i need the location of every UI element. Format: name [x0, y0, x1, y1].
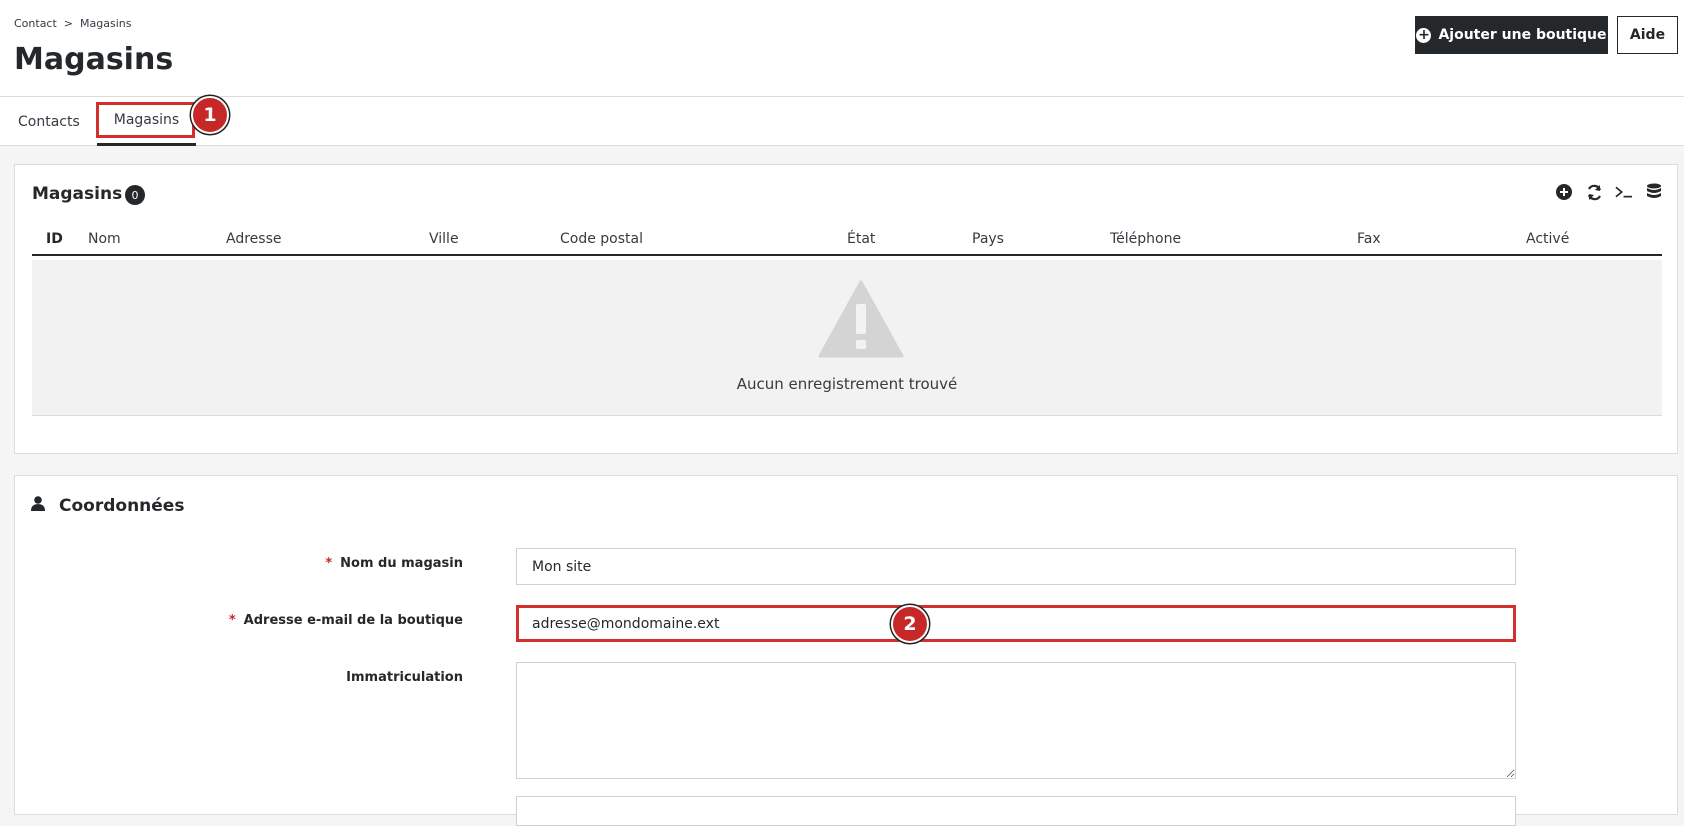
- tab-magasins[interactable]: Magasins: [97, 97, 196, 146]
- table-header: ID Nom Adresse Ville Code postal État Pa…: [32, 231, 1662, 256]
- column-header-active[interactable]: Activé: [1526, 231, 1569, 247]
- empty-state-text: Aucun enregistrement trouvé: [736, 375, 958, 393]
- shop-name-input[interactable]: [516, 548, 1516, 585]
- shop-email-label: * Adresse e-mail de la boutique: [228, 613, 463, 628]
- empty-state: Aucun enregistrement trouvé: [32, 260, 1662, 416]
- contact-details-card: Coordonnées *Nom du magasin *Adresse e-m…: [14, 475, 1678, 826]
- plus-circle-icon[interactable]: [1555, 183, 1573, 201]
- column-header-telephone[interactable]: Téléphone: [1110, 231, 1181, 247]
- column-header-etat[interactable]: État: [847, 231, 875, 247]
- form-section-title: Coordonnées: [31, 496, 184, 516]
- callout-badge-1: 1: [191, 96, 229, 134]
- column-header-ville[interactable]: Ville: [429, 231, 459, 247]
- required-marker: *: [228, 613, 236, 628]
- shop-name-label: * Nom du magasin: [325, 556, 463, 571]
- shop-email-input[interactable]: [516, 605, 1516, 642]
- stores-list-card: Magasins 0 ID Nom Adresse Ville Code pos…: [14, 164, 1678, 454]
- add-store-button-label: Ajouter une boutique: [1438, 27, 1607, 43]
- registration-label: Immatriculation: [346, 670, 463, 685]
- breadcrumb-separator: >: [63, 17, 74, 30]
- tab-contacts[interactable]: Contacts: [18, 97, 80, 146]
- form-section-title-label: Coordonnées: [59, 496, 185, 516]
- required-marker: *: [325, 556, 333, 571]
- list-toolbar: [1555, 183, 1663, 201]
- column-header-code-postal[interactable]: Code postal: [560, 231, 643, 247]
- warning-icon: [818, 280, 904, 362]
- page-title: Magasins: [14, 42, 174, 77]
- list-title: Magasins: [32, 184, 123, 204]
- column-header-nom[interactable]: Nom: [88, 231, 121, 247]
- callout-badge-2: 2: [891, 605, 929, 643]
- add-store-button[interactable]: + Ajouter une boutique: [1415, 16, 1608, 54]
- plus-circle-icon: +: [1416, 26, 1432, 43]
- tab-bar: Contacts Magasins: [0, 97, 1684, 146]
- column-header-id[interactable]: ID: [46, 231, 63, 247]
- registration-textarea[interactable]: [516, 662, 1516, 779]
- help-button[interactable]: Aide: [1617, 16, 1678, 54]
- breadcrumb: Contact > Magasins: [14, 17, 131, 30]
- column-header-adresse[interactable]: Adresse: [226, 231, 281, 247]
- breadcrumb-contact-link[interactable]: Contact: [14, 17, 57, 30]
- user-icon: [31, 496, 45, 516]
- column-header-pays[interactable]: Pays: [972, 231, 1004, 247]
- terminal-icon[interactable]: [1615, 183, 1633, 201]
- refresh-icon[interactable]: [1585, 183, 1603, 201]
- breadcrumb-current: Magasins: [80, 17, 132, 30]
- page-header: Contact > Magasins Magasins + Ajouter une …: [0, 0, 1684, 97]
- column-header-fax[interactable]: Fax: [1357, 231, 1381, 247]
- count-badge: 0: [125, 185, 145, 205]
- database-icon[interactable]: [1645, 183, 1663, 201]
